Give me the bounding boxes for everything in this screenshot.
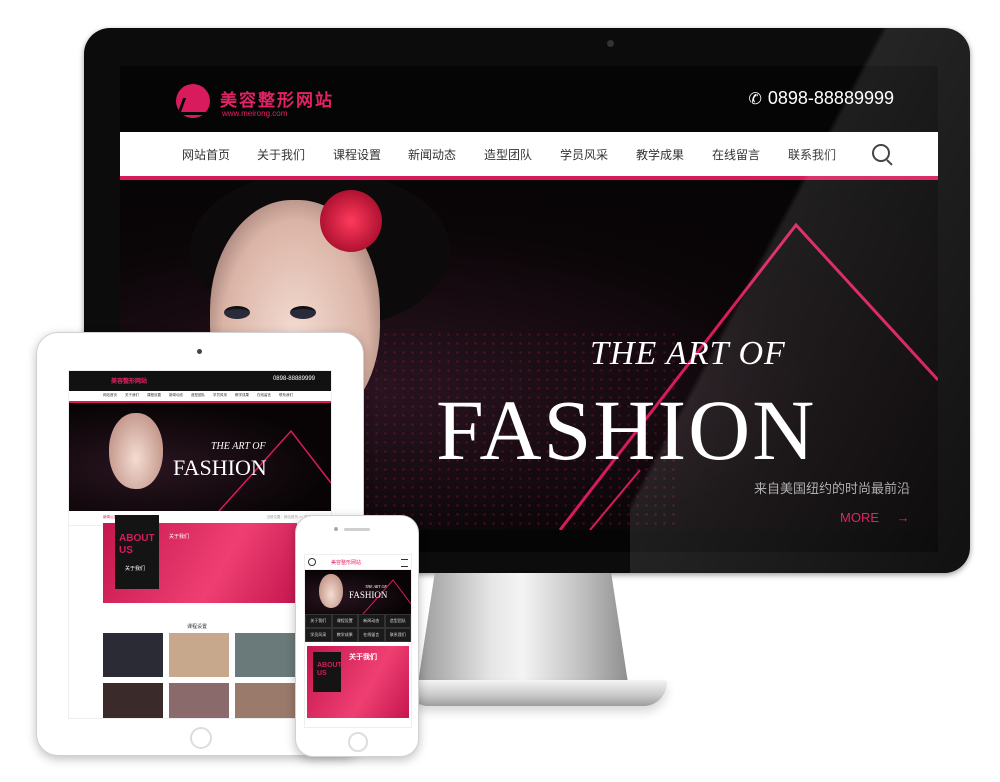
tablet-nav-item-home[interactable]: 网站首页 xyxy=(103,393,117,398)
nav-item-news[interactable]: 新闻动态 xyxy=(408,146,456,163)
phone-hero-headline-large: FASHION xyxy=(349,590,388,600)
phone-nav-item-news[interactable]: 新闻动态 xyxy=(358,614,385,628)
hero-more-link[interactable]: MORE → xyxy=(840,510,910,525)
nav-item-courses[interactable]: 课程设置 xyxy=(333,146,381,163)
phone-screen: 美容整形网站 THE ART OF FASHION 关于我们 课程设置 新闻动态… xyxy=(304,554,412,728)
main-nav: 网站首页 关于我们 课程设置 新闻动态 造型团队 学员风采 教学成果 在线留言 … xyxy=(120,132,938,180)
phone-hero-banner: THE ART OF FASHION xyxy=(305,570,411,614)
search-icon[interactable] xyxy=(308,558,316,566)
tablet-course-card[interactable] xyxy=(103,633,163,677)
tablet-nav-item-contact[interactable]: 联系我们 xyxy=(279,393,293,398)
phone-about-en: ABOUT US xyxy=(317,662,342,677)
nav-item-team[interactable]: 造型团队 xyxy=(484,146,532,163)
header-phone: ✆ 0898-88889999 xyxy=(748,88,894,109)
nav-item-home[interactable]: 网站首页 xyxy=(182,146,230,163)
tablet-site-header: 美容整形网站 0898-88889999 xyxy=(69,371,331,391)
monitor-stand-base xyxy=(405,680,667,706)
tablet-course-card[interactable] xyxy=(169,683,229,718)
tablet-logo-text[interactable]: 美容整形网站 xyxy=(111,376,147,385)
tablet-nav: 网站首页 关于我们 课程设置 新闻动态 造型团队 学员风采 教学成果 在线留言 … xyxy=(69,391,331,403)
search-icon[interactable] xyxy=(872,144,890,162)
phone-about-section: ABOUT US 关于我们 xyxy=(307,646,409,718)
monitor-stand-neck xyxy=(418,573,628,683)
tablet-camera xyxy=(197,349,202,354)
tablet-about-section: ABOUT US 关于我们 关于我们 xyxy=(103,515,297,603)
tablet-hero-banner: THE ART OF FASHION xyxy=(69,403,331,511)
tablet-about-title: 关于我们 xyxy=(169,534,190,540)
tablet-nav-item-about[interactable]: 关于我们 xyxy=(125,393,139,398)
phone-site-header: 美容整形网站 xyxy=(305,555,411,570)
tablet-nav-item-results[interactable]: 教学成果 xyxy=(235,393,249,398)
tablet-course-title: 课程设置 xyxy=(187,624,208,630)
logo-icon[interactable] xyxy=(176,84,210,118)
menu-icon[interactable] xyxy=(401,559,408,567)
site-header: 美容整形网站 www.meirong.com ✆ 0898-88889999 xyxy=(120,66,938,132)
tablet-nav-item-message[interactable]: 在线留言 xyxy=(257,393,271,398)
phone-device: 美容整形网站 THE ART OF FASHION 关于我们 课程设置 新闻动态… xyxy=(295,515,419,757)
phone-nav-item-message[interactable]: 在线留言 xyxy=(358,628,385,642)
tablet-hero-headline-small: THE ART OF xyxy=(211,441,266,452)
tablet-course-card[interactable] xyxy=(235,633,295,677)
phone-camera xyxy=(334,527,338,531)
hero-more-label: MORE xyxy=(840,510,879,525)
site-logo-text[interactable]: 美容整形网站 xyxy=(220,86,334,111)
tablet-nav-item-news[interactable]: 新闻动态 xyxy=(169,393,183,398)
arrow-right-icon: → xyxy=(896,510,910,525)
tablet-course-card[interactable] xyxy=(169,633,229,677)
phone-nav-item-students[interactable]: 学员风采 xyxy=(305,628,332,642)
tablet-nav-item-students[interactable]: 学员风采 xyxy=(213,393,227,398)
nav-item-results[interactable]: 教学成果 xyxy=(636,146,684,163)
tablet-course-card[interactable] xyxy=(235,683,295,718)
hero-subtitle: 来自美国纽约的时尚最前沿 xyxy=(754,481,911,496)
phone-hero-headline-small: THE ART OF xyxy=(365,584,387,589)
tablet-nav-item-courses[interactable]: 课程设置 xyxy=(147,393,161,398)
phone-home-button[interactable] xyxy=(348,732,368,752)
phone-nav-grid: 关于我们 课程设置 新闻动态 造型团队 学员风采 教学成果 在线留言 联系我们 xyxy=(305,614,411,642)
tablet-course-card[interactable] xyxy=(103,683,163,718)
tablet-screen: 美容整形网站 0898-88889999 网站首页 关于我们 课程设置 新闻动态… xyxy=(68,370,332,719)
phone-nav-item-team[interactable]: 造型团队 xyxy=(384,614,411,628)
site-logo-url: www.meirong.com xyxy=(222,109,288,118)
phone-nav-item-results[interactable]: 教学成果 xyxy=(331,628,358,642)
phone-icon: ✆ xyxy=(748,91,762,108)
hero-headline-large: FASHION xyxy=(436,382,817,478)
nav-item-about[interactable]: 关于我们 xyxy=(257,146,305,163)
nav-item-message[interactable]: 在线留言 xyxy=(712,146,760,163)
phone-nav-item-contact[interactable]: 联系我们 xyxy=(384,628,411,642)
phone-logo-text[interactable]: 美容整形网站 xyxy=(331,559,361,566)
nav-item-contact[interactable]: 联系我们 xyxy=(788,146,836,163)
phone-speaker xyxy=(344,528,370,531)
phone-about-title: 关于我们 xyxy=(349,654,377,661)
phone-number: 0898-88889999 xyxy=(767,88,894,108)
hero-headline-small: THE ART OF xyxy=(590,335,786,372)
tablet-hero-headline-large: FASHION xyxy=(173,455,267,480)
nav-item-students[interactable]: 学员风采 xyxy=(560,146,608,163)
phone-nav-item-about[interactable]: 关于我们 xyxy=(305,614,332,628)
tablet-about-en: ABOUT US xyxy=(119,533,155,556)
webcam-dot xyxy=(607,40,614,47)
tablet-about-cn: 关于我们 xyxy=(125,566,146,572)
tablet-home-button[interactable] xyxy=(190,727,212,749)
tablet-phone: 0898-88889999 xyxy=(272,376,315,382)
tablet-nav-item-team[interactable]: 造型团队 xyxy=(191,393,205,398)
phone-nav-item-courses[interactable]: 课程设置 xyxy=(331,614,358,628)
tablet-about-label-box: ABOUT US 关于我们 xyxy=(115,515,159,589)
